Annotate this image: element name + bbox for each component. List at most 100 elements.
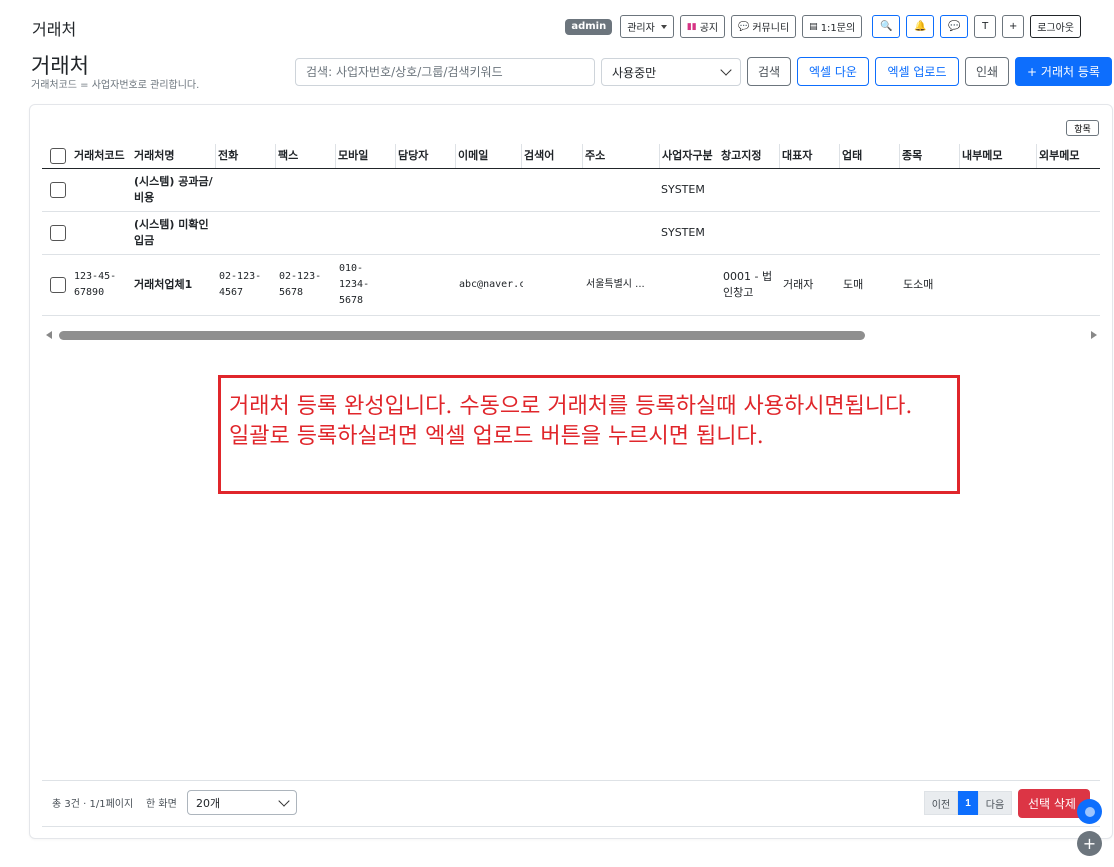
font-label: T [982, 21, 989, 32]
plus-fab[interactable]: + [1077, 831, 1102, 856]
cell-mobile: 010-1234-5678 [339, 263, 370, 306]
status-filter-value: 사용중만 [612, 65, 657, 80]
total-count: 총 3건 · 1/1페이지 [52, 799, 134, 810]
chat-fab[interactable] [1077, 799, 1102, 824]
top-actions: admin 관리자 ▮▮ 공지 💬 커뮤니티 ▤ 1:1문의 🔍 🔔 💬 T + 로그… [565, 15, 1081, 38]
cell-warehouse: 0001 - 법인창고 [723, 270, 773, 299]
header-manager[interactable]: 담당자 [395, 144, 455, 168]
annotation-line2: 일괄로 등록하실려면 엑셀 업로드 버튼을 누르시면 됩니다. [229, 424, 764, 449]
cell-biztype: SYSTEM [661, 226, 705, 239]
logout-button[interactable]: 로그아웃 [1030, 15, 1081, 38]
row-checkbox[interactable] [50, 182, 66, 198]
role-label: 관리자 [627, 23, 655, 34]
header-mobile[interactable]: 모바일 [335, 144, 395, 168]
per-page-select[interactable]: 20개 [187, 790, 297, 815]
header-category[interactable]: 업태 [839, 144, 899, 168]
print-button[interactable]: 인쇄 [965, 57, 1009, 86]
table-row[interactable]: (시스템) 공과금/비용 SYSTEM [42, 169, 1100, 212]
chevron-down-icon [278, 794, 290, 807]
prev-page-button[interactable]: 이전 [924, 791, 958, 815]
search-icon: 🔍 [879, 21, 893, 32]
header-tel[interactable]: 전화 [215, 144, 275, 168]
status-filter-select[interactable]: 사용중만 [601, 58, 741, 86]
header-memo-in[interactable]: 내부메모 [959, 144, 1036, 168]
cell-item: 도소매 [903, 278, 934, 291]
inquiry-button[interactable]: ▤ 1:1문의 [802, 15, 863, 38]
plus-icon: + [1082, 833, 1097, 853]
header-warehouse[interactable]: 창고지정 [719, 144, 779, 168]
bell-icon: 🔔 [913, 21, 927, 32]
plus-icon: + [1008, 21, 1018, 32]
search-toggle-button[interactable]: 🔍 [872, 15, 901, 38]
columns-button[interactable]: 항목 [1066, 120, 1099, 136]
header-fax[interactable]: 팩스 [275, 144, 335, 168]
scrollbar-thumb[interactable] [59, 331, 865, 340]
font-size-button[interactable]: T [974, 15, 997, 38]
community-button[interactable]: 💬 커뮤니티 [731, 15, 797, 38]
scroll-left-icon[interactable] [46, 331, 52, 339]
header-name[interactable]: 거래처명 [132, 144, 215, 168]
header-ceo[interactable]: 대표자 [779, 144, 839, 168]
header-biztype[interactable]: 사업자구분 [659, 144, 719, 168]
inquiry-label: 1:1문의 [820, 23, 856, 34]
select-all-checkbox[interactable] [50, 148, 66, 164]
admin-badge: admin [565, 18, 613, 35]
header-memo-out[interactable]: 외부메모 [1036, 144, 1100, 168]
megaphone-icon: ▮▮ [686, 21, 697, 32]
page-subtitle: 거래처코드 = 사업자번호로 관리합니다. [31, 80, 200, 91]
add-customer-button[interactable]: + 거래처 등록 [1015, 57, 1112, 86]
chat-icon: 💬 [947, 21, 961, 32]
chat-bubble-icon: 💬 [738, 21, 750, 32]
header-code[interactable]: 거래처코드 [72, 144, 132, 168]
customer-table: 거래처코드 거래처명 전화 팩스 모바일 담당자 이메일 검색어 주소 사업자구… [42, 144, 1100, 316]
next-page-button[interactable]: 다음 [978, 791, 1012, 815]
row-select-cell [42, 255, 72, 315]
chevron-down-icon [720, 64, 732, 76]
header-item[interactable]: 종목 [899, 144, 959, 168]
logout-label: 로그아웃 [1037, 23, 1074, 34]
header-keyword[interactable]: 검색어 [521, 144, 582, 168]
excel-download-button[interactable]: 엑셀 다운 [797, 57, 869, 86]
pagination: 이전 1 다음 [924, 791, 1012, 815]
cell-code: 123-45-67890 [74, 271, 117, 298]
mail-icon: ▤ [809, 21, 818, 32]
row-select-cell [42, 169, 72, 211]
excel-upload-button[interactable]: 엑셀 업로드 [875, 57, 959, 86]
page-1-button[interactable]: 1 [958, 791, 978, 815]
header-email[interactable]: 이메일 [455, 144, 521, 168]
cell-code [72, 212, 132, 254]
table-row[interactable]: (시스템) 미확인입금 SYSTEM [42, 212, 1100, 255]
footer-divider [42, 780, 1100, 781]
messages-button[interactable]: 💬 [940, 15, 969, 38]
footer-bottom-divider [42, 826, 1100, 827]
cell-name: (시스템) 공과금/비용 [134, 175, 213, 204]
cell-category: 도매 [843, 278, 864, 291]
annotation-line1: 거래처 등록 완성입니다. 수동으로 거래처를 등록하실때 사용하시면됩니다. [229, 394, 913, 419]
row-select-cell [42, 212, 72, 254]
cell-ceo: 거래자 [783, 278, 814, 291]
search-input[interactable] [295, 58, 595, 86]
role-dropdown[interactable]: 관리자 [620, 15, 674, 38]
row-checkbox[interactable] [50, 277, 66, 293]
scroll-right-icon[interactable] [1091, 331, 1097, 339]
header-address[interactable]: 주소 [582, 144, 659, 168]
zoom-in-button[interactable]: + [1002, 15, 1025, 38]
per-page-value: 20개 [196, 796, 221, 810]
horizontal-scrollbar[interactable] [43, 328, 1100, 343]
notice-button[interactable]: ▮▮ 공지 [679, 15, 726, 38]
notification-button[interactable]: 🔔 [906, 15, 935, 38]
table-header-row: 거래처코드 거래처명 전화 팩스 모바일 담당자 이메일 검색어 주소 사업자구… [42, 144, 1100, 169]
row-checkbox[interactable] [50, 225, 66, 241]
search-button[interactable]: 검색 [747, 57, 791, 86]
cell-fax: 02-123-5678 [279, 271, 322, 298]
community-label: 커뮤니티 [752, 23, 790, 34]
cell-code [72, 169, 132, 211]
per-page-label: 한 화면 [146, 799, 177, 810]
notice-label: 공지 [699, 23, 719, 34]
table-row[interactable]: 123-45-67890 거래처업체1 02-123-4567 02-123-5… [42, 255, 1100, 316]
select-all-cell [42, 144, 72, 168]
cell-tel: 02-123-4567 [219, 271, 262, 298]
caret-down-icon [660, 24, 667, 29]
cell-name: (시스템) 미확인입금 [134, 218, 209, 247]
annotation-box: 거래처 등록 완성입니다. 수동으로 거래처를 등록하실때 사용하시면됩니다. … [218, 375, 960, 494]
